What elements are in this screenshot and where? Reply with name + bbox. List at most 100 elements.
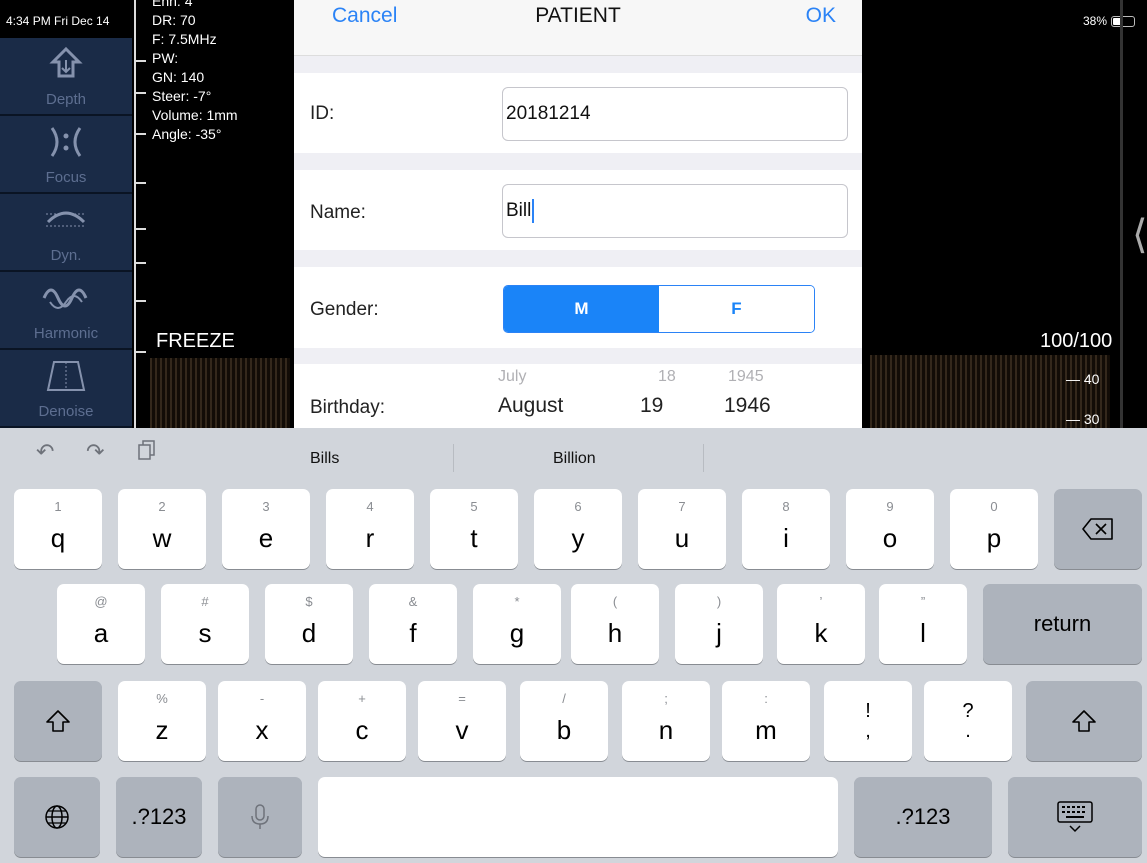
globe-key[interactable] xyxy=(14,777,100,857)
key-k[interactable]: ’ k xyxy=(777,584,865,664)
dictation-key[interactable] xyxy=(218,777,302,857)
key-x[interactable]: -x xyxy=(218,681,306,761)
key-d[interactable]: $ d xyxy=(265,584,353,664)
redo-icon[interactable]: ↷ xyxy=(86,440,104,465)
key-punct-bottom: , xyxy=(865,720,871,742)
key-main: z xyxy=(155,715,169,745)
key-main: g xyxy=(509,618,525,648)
key-f[interactable]: & f xyxy=(369,584,457,664)
key-main: m xyxy=(755,715,777,745)
key-c[interactable]: + c xyxy=(318,681,406,761)
picker-year[interactable]: 1946 xyxy=(724,394,771,418)
denoise-button[interactable]: Denoise xyxy=(0,350,132,428)
key-sub: ’ xyxy=(819,594,823,609)
picker-day[interactable]: 19 xyxy=(640,394,663,418)
delete-key[interactable] xyxy=(1054,489,1142,569)
scale-mark-40: — 40 xyxy=(1066,371,1100,387)
ok-button[interactable]: OK xyxy=(806,4,836,28)
hide-keyboard-key[interactable] xyxy=(1008,777,1142,857)
picker-day-prev: 18 xyxy=(658,368,676,385)
freeze-label: FREEZE xyxy=(156,330,235,352)
id-label: ID: xyxy=(310,103,335,124)
param-angle: Angle: -35° xyxy=(152,126,222,142)
key-sub: ) xyxy=(716,594,722,609)
suggestion-2[interactable]: Billion xyxy=(553,450,596,468)
key-w[interactable]: 2w xyxy=(118,489,206,569)
key-main: r xyxy=(365,523,375,553)
key-main: j xyxy=(716,618,722,648)
right-edge-bar xyxy=(1120,0,1123,428)
key-p[interactable]: 0p xyxy=(950,489,1038,569)
key-z[interactable]: % z xyxy=(118,681,206,761)
key-v[interactable]: = v xyxy=(418,681,506,761)
id-field[interactable]: 20181214 xyxy=(502,87,848,141)
key-y[interactable]: 6y xyxy=(534,489,622,569)
key-t[interactable]: 5t xyxy=(430,489,518,569)
ruler-tick xyxy=(134,262,146,264)
param-volume: Volume: 1mm xyxy=(152,107,238,123)
paste-icon[interactable] xyxy=(138,440,156,466)
ruler-tick xyxy=(134,60,146,62)
name-field[interactable]: Bill xyxy=(502,184,848,238)
chevron-left-icon[interactable]: ⟨ xyxy=(1132,212,1147,258)
key-j[interactable]: ) j xyxy=(675,584,763,664)
dyn-button[interactable]: Dyn. xyxy=(0,194,132,272)
gender-female-option[interactable]: F xyxy=(659,286,814,332)
scale-mark-40-value: 40 xyxy=(1083,371,1100,387)
key-sub: 9 xyxy=(886,499,894,514)
key-sub: 8 xyxy=(782,499,790,514)
key-sub: : xyxy=(764,691,768,706)
key-main: x xyxy=(255,715,269,745)
shift-key-right[interactable] xyxy=(1026,681,1142,761)
key-sub: 6 xyxy=(574,499,582,514)
key-b[interactable]: / b xyxy=(520,681,608,761)
key-m[interactable]: :m xyxy=(722,681,810,761)
gender-segmented-control: M F xyxy=(503,285,815,333)
name-label: Name: xyxy=(310,202,366,223)
key-s[interactable]: # s xyxy=(161,584,249,664)
numbers-key-left[interactable]: .?123 xyxy=(116,777,202,857)
key-main: e xyxy=(258,523,274,553)
suggestion-1[interactable]: Bills xyxy=(310,450,339,468)
text-caret xyxy=(532,198,535,223)
key-sub: 7 xyxy=(678,499,686,514)
key-q[interactable]: 1q xyxy=(14,489,102,569)
focus-button[interactable]: Focus xyxy=(0,116,132,194)
key-e[interactable]: 3e xyxy=(222,489,310,569)
key-main: y xyxy=(571,523,585,553)
key-sub: * xyxy=(514,594,520,609)
key-sub: 3 xyxy=(262,499,270,514)
return-key[interactable]: return xyxy=(983,584,1142,664)
key-sub: $ xyxy=(305,594,313,609)
space-key[interactable] xyxy=(318,777,838,857)
key-question-period[interactable]: ? . xyxy=(924,681,1012,761)
shift-key-left[interactable] xyxy=(14,681,102,761)
key-a[interactable]: @ a xyxy=(57,584,145,664)
key-r[interactable]: 4r xyxy=(326,489,414,569)
depth-button[interactable]: Depth xyxy=(0,38,132,116)
key-main: p xyxy=(986,523,1002,553)
harmonic-button[interactable]: Harmonic xyxy=(0,272,132,350)
key-i[interactable]: 8i xyxy=(742,489,830,569)
key-n[interactable]: ; n xyxy=(622,681,710,761)
key-sub: 1 xyxy=(54,499,62,514)
key-sub: ” xyxy=(920,594,926,609)
key-o[interactable]: 9o xyxy=(846,489,934,569)
key-g[interactable]: * g xyxy=(473,584,561,664)
status-battery: 38% xyxy=(1083,14,1135,28)
numbers-label: .?123 xyxy=(895,804,951,829)
picker-month[interactable]: August xyxy=(498,394,563,418)
key-u[interactable]: 7u xyxy=(638,489,726,569)
numbers-key-right[interactable]: .?123 xyxy=(854,777,992,857)
dyn-icon xyxy=(0,202,132,247)
key-exclaim-comma[interactable]: ! , xyxy=(824,681,912,761)
undo-icon[interactable]: ↶ xyxy=(36,440,54,465)
param-pw: PW: xyxy=(152,50,179,66)
key-punct-top: ? xyxy=(962,700,974,722)
gender-male-option[interactable]: M xyxy=(504,286,659,332)
key-h[interactable]: (h xyxy=(571,584,659,664)
id-row: ID: 20181214 xyxy=(294,73,862,153)
key-l[interactable]: ” l xyxy=(879,584,967,664)
key-sub: 2 xyxy=(158,499,166,514)
depth-ruler xyxy=(134,0,136,428)
